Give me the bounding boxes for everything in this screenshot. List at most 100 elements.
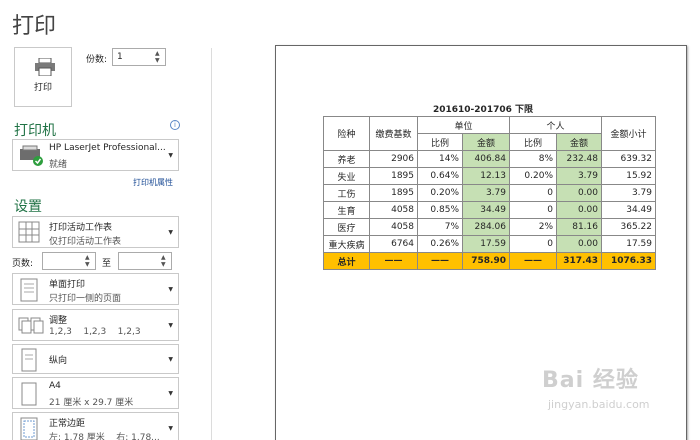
setting-subtitle: 仅打印活动工作表 — [49, 237, 122, 247]
cell-unit-amount: 284.06 — [462, 218, 510, 236]
one-sided-icon — [20, 278, 38, 302]
col-unit: 单位 — [417, 116, 510, 134]
col-type: 险种 — [323, 116, 370, 151]
cell-type: 重大疾病 — [323, 235, 370, 253]
cell-subtotal: 365.22 — [601, 218, 656, 236]
table-row: 失业 1895 0.64% 12.13 0.20% 3.79 15.92 — [323, 167, 656, 185]
cell-p-amount: 0.00 — [556, 235, 602, 253]
collate-select[interactable]: 调整 1,2,3 1,2,3 1,2,3 ▼ — [12, 309, 179, 341]
cell-subtotal: 639.32 — [601, 150, 656, 168]
total-unit-ratio: —— — [417, 252, 463, 270]
cell-unit-ratio: 0.64% — [417, 167, 463, 185]
cell-p-ratio: 0 — [509, 235, 557, 253]
col-personal: 个人 — [509, 116, 602, 134]
table-row: 工伤 1895 0.20% 3.79 0 0.00 3.79 — [323, 184, 656, 202]
setting-title: 调整 — [49, 316, 68, 326]
setting-title: A4 — [49, 381, 61, 391]
cell-p-ratio: 0 — [509, 201, 557, 219]
col-personal-ratio: 比例 — [509, 133, 557, 151]
cell-unit-amount: 406.84 — [462, 150, 510, 168]
chevron-down-icon: ▼ — [168, 322, 173, 329]
cell-subtotal: 17.59 — [601, 235, 656, 253]
total-personal-amount: 317.43 — [556, 252, 602, 270]
sides-select[interactable]: 单面打印 只打印一侧的页面 ▼ — [12, 273, 179, 305]
info-icon[interactable]: i — [170, 120, 180, 130]
collate-icon — [18, 317, 44, 334]
watermark-text: Bai 经验 — [542, 368, 639, 393]
watermark-url: jingyan.baidu.com — [548, 398, 650, 411]
cell-type: 生育 — [323, 201, 370, 219]
chevron-down-icon: ▼ — [168, 152, 173, 159]
col-personal-amount: 金额 — [556, 133, 602, 151]
cell-base: 1895 — [369, 167, 418, 185]
paper-size-icon — [21, 382, 37, 406]
report-table: 险种 缴费基数 单位 个人 金额小计 比例 金额 比例 金额 养老 2906 14%… — [323, 116, 656, 270]
chevron-down-icon: ▼ — [168, 356, 173, 363]
cell-type: 工伤 — [323, 184, 370, 202]
total-subtotal: 1076.33 — [601, 252, 656, 270]
pages-label: 页数: — [12, 259, 34, 269]
portrait-icon — [21, 348, 37, 372]
table-row: 生育 4058 0.85% 34.49 0 0.00 34.49 — [323, 201, 656, 219]
printer-heading: 打印机 — [14, 123, 56, 139]
printer-icon — [35, 58, 55, 76]
printer-select[interactable]: HP LaserJet Professional... 就绪 ▼ — [12, 139, 179, 171]
chevron-down-icon: ▼ — [168, 390, 173, 397]
print-what-select[interactable]: 打印活动工作表 仅打印活动工作表 ▼ — [12, 216, 179, 248]
cell-p-ratio: 8% — [509, 150, 557, 168]
table-row: 养老 2906 14% 406.84 8% 232.48 639.32 — [323, 150, 656, 168]
sheets-icon — [18, 221, 40, 243]
cell-base: 4058 — [369, 201, 418, 219]
setting-subtitle: 1,2,3 1,2,3 1,2,3 — [49, 327, 141, 337]
cell-p-amount: 0.00 — [556, 201, 602, 219]
setting-title: 正常边距 — [49, 419, 86, 429]
cell-p-amount: 232.48 — [556, 150, 602, 168]
total-base: —— — [369, 252, 418, 270]
total-personal-ratio: —— — [509, 252, 557, 270]
page-to-input[interactable]: ▲ ▼ — [118, 252, 172, 270]
cell-type: 养老 — [323, 150, 370, 168]
cell-p-ratio: 2% — [509, 218, 557, 236]
cell-unit-ratio: 0.85% — [417, 201, 463, 219]
cell-p-ratio: 0 — [509, 184, 557, 202]
total-unit-amount: 758.90 — [462, 252, 510, 270]
cell-type: 失业 — [323, 167, 370, 185]
printer-properties-link[interactable]: 打印机属性 — [133, 177, 173, 188]
cell-p-amount: 0.00 — [556, 184, 602, 202]
orientation-select[interactable]: 纵向 ▼ — [12, 344, 179, 374]
cell-unit-amount: 34.49 — [462, 201, 510, 219]
printer-name: HP LaserJet Professional... — [49, 143, 166, 153]
chevron-down-icon: ▼ — [168, 229, 173, 236]
margins-icon — [20, 417, 38, 440]
settings-heading: 设置 — [14, 199, 42, 215]
paper-size-select[interactable]: A4 21 厘米 x 29.7 厘米 ▼ — [12, 377, 179, 409]
cell-unit-amount: 17.59 — [462, 235, 510, 253]
print-button[interactable]: 打印 — [14, 47, 72, 107]
cell-base: 1895 — [369, 184, 418, 202]
chevron-down-icon: ▼ — [168, 425, 173, 432]
spin-down-icon[interactable]: ▼ — [155, 58, 163, 64]
spin-down-icon[interactable]: ▼ — [161, 262, 169, 268]
margins-select[interactable]: 正常边距 左: 1.78 厘米 右: 1.78... ▼ — [12, 412, 179, 440]
cell-p-amount: 3.79 — [556, 167, 602, 185]
spin-down-icon[interactable]: ▼ — [85, 262, 93, 268]
table-row: 医疗 4058 7% 284.06 2% 81.16 365.22 — [323, 218, 656, 236]
cell-unit-ratio: 14% — [417, 150, 463, 168]
setting-title: 纵向 — [49, 356, 68, 366]
copies-label: 份数: — [86, 55, 108, 65]
col-subtotal: 金额小计 — [601, 116, 656, 151]
page-from-input[interactable]: ▲ ▼ — [42, 252, 96, 270]
printer-device-icon — [20, 145, 43, 166]
col-base: 缴费基数 — [369, 116, 418, 151]
page-title: 打印 — [12, 14, 57, 39]
setting-subtitle: 21 厘米 x 29.7 厘米 — [49, 398, 134, 408]
to-label: 至 — [102, 259, 112, 269]
cell-base: 2906 — [369, 150, 418, 168]
report-title: 201610-201706 下限 — [432, 105, 533, 115]
cell-p-amount: 81.16 — [556, 218, 602, 236]
cell-unit-amount: 3.79 — [462, 184, 510, 202]
cell-type: 医疗 — [323, 218, 370, 236]
cell-unit-ratio: 7% — [417, 218, 463, 236]
copies-input[interactable]: 1 ▲ ▼ — [112, 48, 166, 66]
cell-unit-amount: 12.13 — [462, 167, 510, 185]
